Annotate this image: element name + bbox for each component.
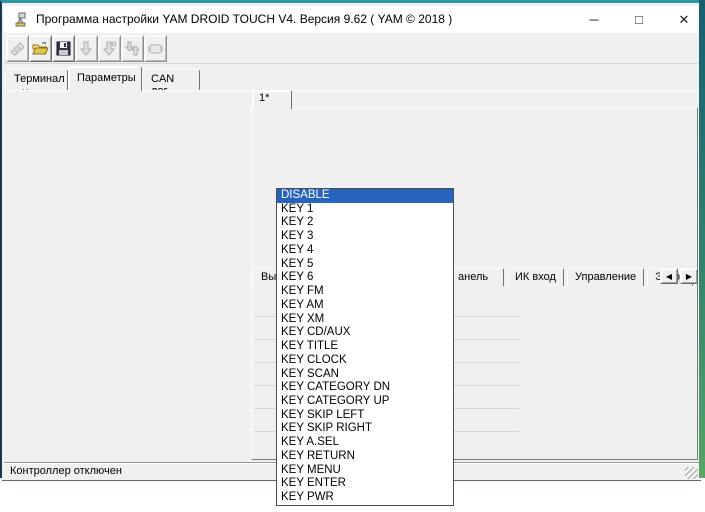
dropdown-item[interactable]: KEY 5 xyxy=(277,258,453,272)
tab-terminal[interactable]: Терминал xyxy=(5,69,68,90)
dropdown-item[interactable]: KEY RETURN xyxy=(277,450,453,464)
dropdown-item[interactable]: KEY 3 xyxy=(277,230,453,244)
dropdown-item[interactable]: KEY PWR xyxy=(277,491,453,505)
tab-parameters[interactable]: Параметры xyxy=(68,66,142,91)
desktop-wallpaper xyxy=(699,0,705,478)
dropdown-item[interactable]: KEY SKIP LEFT xyxy=(277,409,453,423)
read-device-icon xyxy=(80,41,94,56)
window-title: Программа настройки YAM DROID TOUCH V4. … xyxy=(36,12,452,26)
dropdown-item[interactable]: KEY ENTER xyxy=(277,477,453,491)
firmware-chip-icon xyxy=(147,43,164,55)
dropdown-item[interactable]: KEY CD/AUX xyxy=(277,326,453,340)
io-tabs-scroll-left[interactable]: ◀ xyxy=(660,268,678,284)
key-dropdown-list[interactable]: DISABLE KEY 1 KEY 2 KEY 3 KEY 4 KEY 5 KE… xyxy=(276,188,454,506)
dropdown-item[interactable]: KEY FM xyxy=(277,285,453,299)
io-tabs-scroll-right[interactable]: ▶ xyxy=(680,268,698,284)
status-text: Контроллер отключен xyxy=(10,465,122,477)
io-tab-control[interactable]: Управление xyxy=(567,268,644,286)
app-icon xyxy=(13,12,29,28)
title-bar[interactable]: Программа настройки YAM DROID TOUCH V4. … xyxy=(4,6,699,33)
open-file-button[interactable] xyxy=(29,35,52,62)
dropdown-item[interactable]: KEY MENU xyxy=(277,464,453,478)
close-button[interactable]: ✕ xyxy=(667,6,701,33)
io-tab-panel[interactable]: анель xyxy=(451,268,504,286)
write-device-button[interactable] xyxy=(98,35,121,62)
save-button[interactable] xyxy=(52,35,75,62)
connect-icon xyxy=(9,41,26,56)
write-device-icon xyxy=(103,41,117,56)
save-icon xyxy=(56,41,71,56)
dropdown-item[interactable]: KEY CATEGORY UP xyxy=(277,395,453,409)
page-tab-1[interactable]: 1* xyxy=(252,90,292,109)
dropdown-item[interactable]: KEY 1 xyxy=(277,203,453,217)
dropdown-item[interactable]: KEY 6 xyxy=(277,271,453,285)
dropdown-item[interactable]: KEY SKIP RIGHT xyxy=(277,422,453,436)
dropdown-item[interactable]: KEY AM xyxy=(277,299,453,313)
dropdown-item[interactable]: KEY A.SEL xyxy=(277,436,453,450)
resize-grip[interactable] xyxy=(685,467,698,479)
dropdown-item[interactable]: KEY 4 xyxy=(277,244,453,258)
toolbar xyxy=(4,33,699,64)
dropdown-item[interactable]: KEY 2 xyxy=(277,216,453,230)
verify-icon xyxy=(125,41,140,56)
minimize-button[interactable]: ─ xyxy=(577,6,611,33)
open-file-icon xyxy=(32,42,49,56)
dropdown-item[interactable]: KEY SCAN xyxy=(277,368,453,382)
dropdown-item[interactable]: KEY CLOCK xyxy=(277,354,453,368)
dropdown-item[interactable]: KEY XM xyxy=(277,313,453,327)
dropdown-item[interactable]: KEY TITLE xyxy=(277,340,453,354)
dropdown-item-selected[interactable]: DISABLE xyxy=(277,189,453,203)
read-device-button[interactable] xyxy=(75,35,98,62)
tab-canlog[interactable]: CAN лог xyxy=(142,69,200,90)
maximize-button[interactable]: □ xyxy=(622,6,656,33)
connect-button[interactable] xyxy=(6,35,29,62)
dropdown-item[interactable]: KEY CATEGORY DN xyxy=(277,381,453,395)
verify-button[interactable] xyxy=(121,35,144,62)
firmware-button[interactable] xyxy=(144,35,167,62)
io-tab-ir-input[interactable]: ИК вход xyxy=(507,268,564,286)
